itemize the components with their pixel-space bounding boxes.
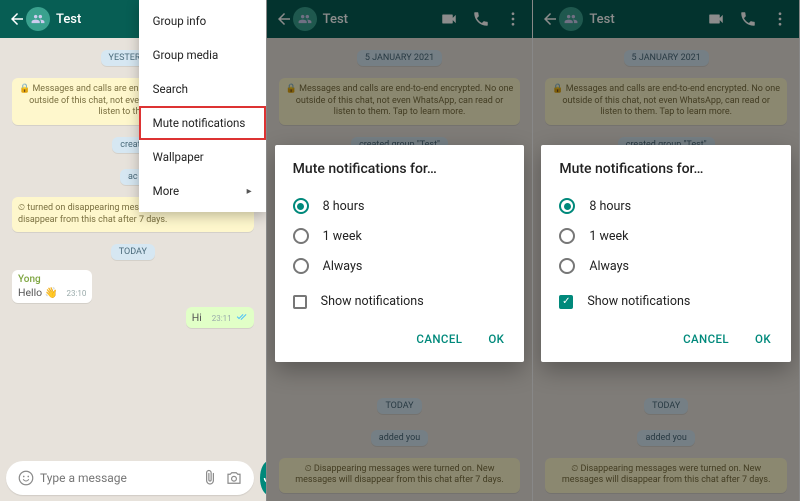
mute-dialog: Mute notifications for… 8 hours 1 week A… xyxy=(275,145,525,362)
checkbox-icon xyxy=(293,295,307,309)
ok-button[interactable]: OK xyxy=(753,326,773,352)
option-always[interactable]: Always xyxy=(293,251,507,281)
overflow-menu: Group info Group media Search Mute notif… xyxy=(139,0,266,212)
message-text: Hello 👋 xyxy=(18,286,58,299)
cancel-button[interactable]: CANCEL xyxy=(414,326,464,352)
message-time: 23:11 xyxy=(212,314,232,323)
panel-chat-with-menu: Test YESTERDAY 🔒 Messages and calls are … xyxy=(0,0,267,501)
avatar[interactable] xyxy=(26,7,50,31)
message-time: 23:10 xyxy=(66,289,86,298)
show-notifications-checkbox[interactable]: Show notifications xyxy=(559,287,773,316)
radio-icon xyxy=(559,198,575,214)
radio-icon xyxy=(559,258,575,274)
radio-icon xyxy=(293,228,309,244)
mute-dialog: Mute notifications for… 8 hours 1 week A… xyxy=(541,145,791,362)
menu-group-media[interactable]: Group media xyxy=(139,38,266,72)
menu-mute-notifications[interactable]: Mute notifications xyxy=(139,106,266,140)
dialog-title: Mute notifications for… xyxy=(293,161,507,177)
date-today: TODAY xyxy=(111,244,155,260)
show-notifications-checkbox[interactable]: Show notifications xyxy=(293,287,507,316)
option-always[interactable]: Always xyxy=(559,251,773,281)
option-1-week[interactable]: 1 week xyxy=(293,221,507,251)
back-icon[interactable] xyxy=(8,10,26,28)
ok-button[interactable]: OK xyxy=(486,326,506,352)
radio-icon xyxy=(293,258,309,274)
chevron-right-icon: ▸ xyxy=(247,186,252,197)
attach-icon[interactable] xyxy=(200,468,220,488)
sender-name: Yong xyxy=(18,274,86,285)
menu-group-info[interactable]: Group info xyxy=(139,4,266,38)
emoji-icon[interactable] xyxy=(16,468,36,488)
mic-button[interactable] xyxy=(260,461,267,495)
input-bar xyxy=(0,455,266,501)
message-input[interactable] xyxy=(38,470,198,486)
panel-dialog-unchecked: Test 5 JANUARY 2021 🔒 Messages and calls… xyxy=(267,0,534,501)
cancel-button[interactable]: CANCEL xyxy=(681,326,731,352)
radio-icon xyxy=(293,198,309,214)
message-out[interactable]: Hi 23:11 xyxy=(186,307,254,328)
read-tick-icon xyxy=(236,311,248,324)
option-8-hours[interactable]: 8 hours xyxy=(559,191,773,221)
menu-wallpaper[interactable]: Wallpaper xyxy=(139,140,266,174)
message-in[interactable]: Yong Hello 👋 23:10 xyxy=(12,270,92,303)
menu-search[interactable]: Search xyxy=(139,72,266,106)
checkbox-icon xyxy=(559,295,573,309)
radio-icon xyxy=(559,228,575,244)
message-input-pill xyxy=(6,461,254,495)
menu-more[interactable]: More▸ xyxy=(139,174,266,208)
option-8-hours[interactable]: 8 hours xyxy=(293,191,507,221)
panel-dialog-checked: Test 5 JANUARY 2021 🔒 Messages and calls… xyxy=(533,0,800,501)
message-text: Hi xyxy=(192,311,202,324)
dialog-title: Mute notifications for… xyxy=(559,161,773,177)
camera-icon[interactable] xyxy=(224,468,244,488)
option-1-week[interactable]: 1 week xyxy=(559,221,773,251)
